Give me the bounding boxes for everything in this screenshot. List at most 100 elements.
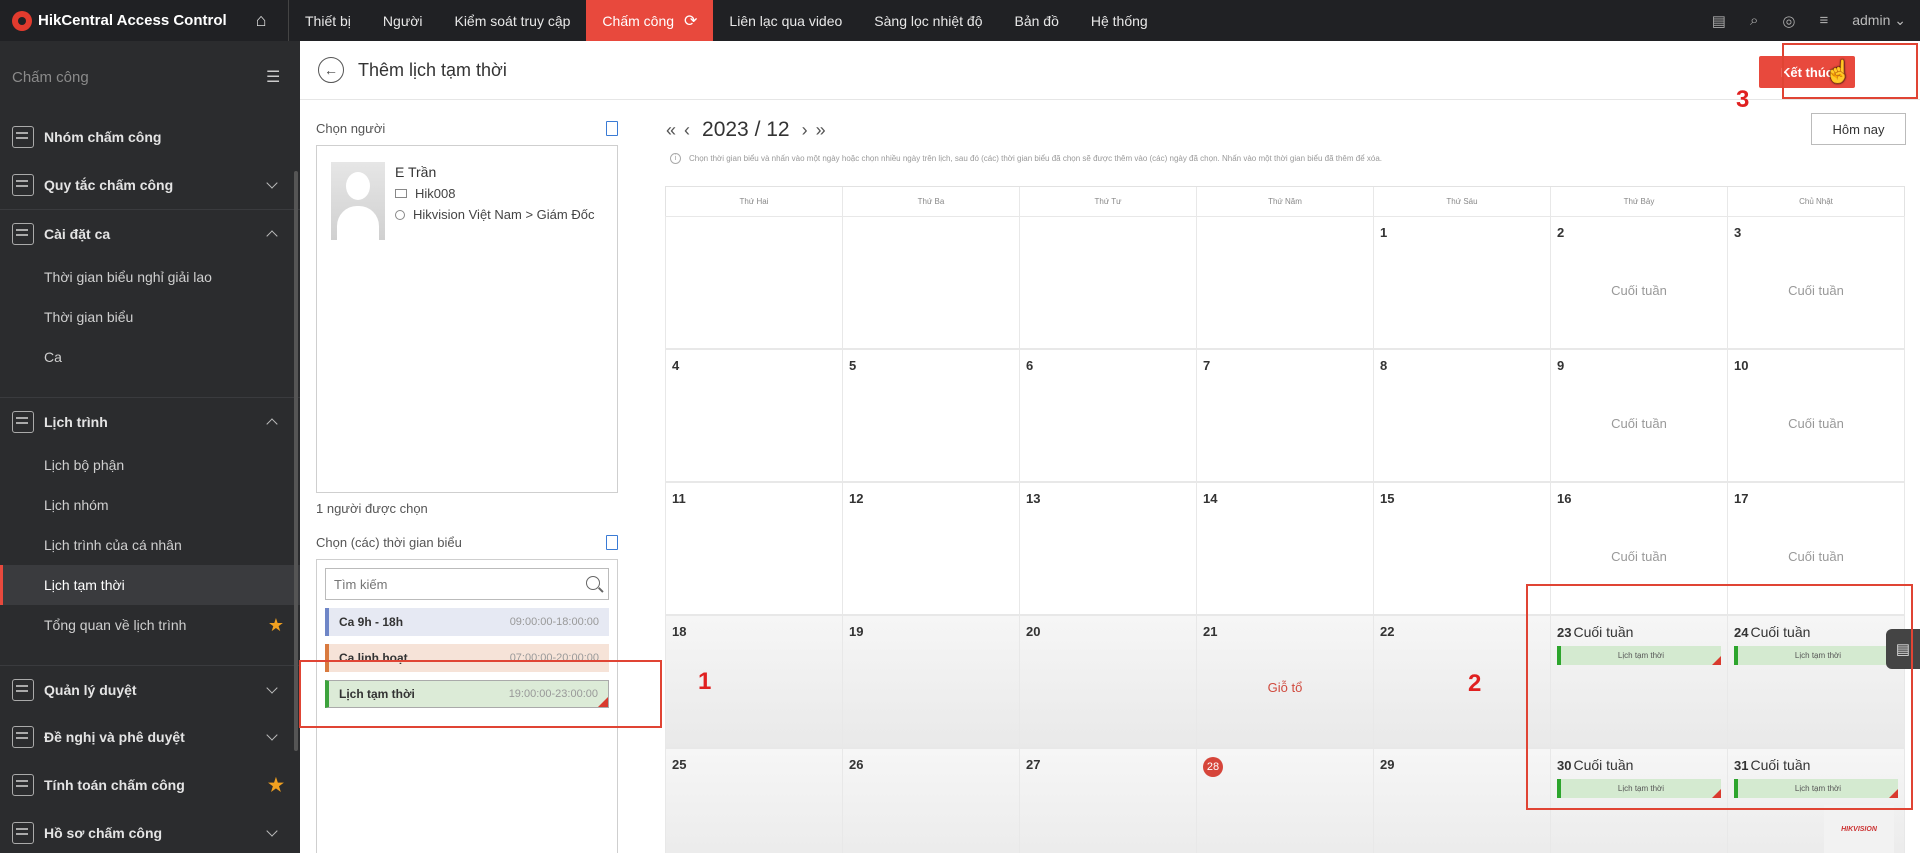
day-cell[interactable]: 8 (1373, 349, 1550, 482)
day-number: 6 (1026, 358, 1034, 373)
hikvision-logo-icon (12, 10, 32, 31)
home-icon[interactable]: ⌂ (240, 0, 282, 41)
nav-ban-do[interactable]: Bản đồ (999, 0, 1075, 41)
day-number: 2 (1557, 225, 1565, 240)
main-nav: Thiết bị Người Kiểm soát truy cập Chấm c… (288, 0, 1164, 41)
add-schedule-icon[interactable] (606, 534, 618, 550)
day-cell[interactable]: 21 Giỗ tổ (1196, 615, 1373, 748)
day-cell[interactable]: 14 (1196, 482, 1373, 615)
sidebar-item-quy-tac[interactable]: Quy tắc chấm công (0, 161, 300, 209)
sidebar-sub-lich-bo-phan[interactable]: Lịch bộ phận (0, 445, 300, 485)
day-cell[interactable]: 9 Cuối tuần (1550, 349, 1727, 482)
sidebar-sub-lich-tam-thoi[interactable]: Lịch tạm thời (0, 565, 300, 605)
sidebar-scrollbar[interactable] (294, 171, 298, 751)
person-org: Hikvision Việt Nam > Giám Đốc (413, 207, 595, 222)
day-number: 5 (849, 358, 857, 373)
holiday-label: Giỗ tổ (1267, 680, 1303, 695)
day-number: 1 (1380, 225, 1388, 240)
weekend-label: Cuối tuần (1788, 549, 1844, 564)
nav-kiem-soat-truy-cap[interactable]: Kiểm soát truy cập (438, 0, 586, 41)
sidebar-item-tinh-toan[interactable]: Tính toán chấm công ★ (0, 761, 300, 809)
year-month: 2023 / 12 (702, 118, 790, 141)
collapse-sidebar-icon[interactable]: ☰ (266, 67, 288, 87)
sidebar-sub-lich-ca-nhan[interactable]: Lịch trình của cá nhân (0, 525, 300, 565)
menu-icon[interactable]: ≡ (1819, 12, 1828, 29)
shift-item[interactable]: Ca 9h - 18h 09:00:00-18:00:00 (325, 608, 609, 636)
sidebar-sub-tong-quan[interactable]: Tổng quan về lịch trình ★ (0, 605, 300, 645)
day-cell[interactable]: 18 (665, 615, 842, 748)
calendar-week: 4 5 6 7 8 9 Cuối tuần 10 Cuối tuần (665, 349, 1905, 482)
nav-he-thong[interactable]: Hệ thống (1075, 0, 1164, 41)
sidebar-item-lich-trinh[interactable]: Lịch trình (0, 397, 300, 445)
day-number: 4 (672, 358, 680, 373)
search-icon[interactable]: ⌕ (1750, 12, 1758, 29)
day-cell[interactable]: 26 (842, 748, 1019, 853)
weekend-label: Cuối tuần (1788, 283, 1844, 298)
sidebar: Chấm công ☰ Nhóm chấm công Quy tắc chấm … (0, 41, 300, 853)
compass-icon[interactable]: ◎ (1782, 12, 1795, 30)
day-cell[interactable]: 5 (842, 349, 1019, 482)
weekend-label: Cuối tuần (1611, 283, 1667, 298)
nav-cham-cong[interactable]: Chấm công ⟳ (586, 0, 714, 41)
sidebar-item-de-nghi[interactable]: Đề nghị và phê duyệt (0, 713, 300, 761)
back-arrow-icon[interactable]: ← (318, 57, 344, 83)
today-button[interactable]: Hôm nay (1811, 113, 1906, 145)
person-id: Hik008 (415, 186, 456, 201)
star-icon: ★ (267, 614, 284, 635)
weekend-label: Cuối tuần (1788, 416, 1844, 431)
building-icon[interactable]: ▤ (1712, 12, 1726, 30)
weekday-label: Chủ Nhật (1799, 197, 1833, 206)
day-cell[interactable]: 19 (842, 615, 1019, 748)
day-number: 16 (1557, 491, 1572, 506)
weekend-label: Cuối tuần (1611, 549, 1667, 564)
sidebar-sub-ca[interactable]: Ca (0, 337, 300, 377)
day-cell[interactable]: 6 (1019, 349, 1196, 482)
day-number: 17 (1734, 491, 1749, 506)
nav-lien-lac-video[interactable]: Liên lạc qua video (713, 0, 858, 41)
nav-thiet-bi[interactable]: Thiết bị (289, 0, 367, 41)
sidebar-title: Chấm công (12, 68, 89, 86)
day-cell[interactable]: 4 (665, 349, 842, 482)
user-menu[interactable]: admin ⌄ (1852, 12, 1906, 29)
next-month-icon[interactable]: › (802, 120, 808, 141)
search-icon[interactable] (586, 576, 600, 590)
day-cell[interactable]: 13 (1019, 482, 1196, 615)
sidebar-item-cai-dat-ca[interactable]: Cài đặt ca (0, 209, 300, 257)
sidebar-item-ho-so[interactable]: Hồ sơ chấm công (0, 809, 300, 853)
search-input[interactable] (334, 576, 574, 592)
highlight-box-weekend-days (1526, 584, 1913, 810)
sidebar-sub-thoi-gian-bieu-nghi[interactable]: Thời gian biểu nghỉ giải lao (0, 257, 300, 297)
day-cell[interactable]: 29 (1373, 748, 1550, 853)
day-number: 3 (1734, 225, 1742, 240)
app-title: HikCentral Access Control (38, 12, 227, 29)
day-cell[interactable]: 22 (1373, 615, 1550, 748)
approval-flow-icon (12, 678, 34, 701)
sidebar-item-quan-ly-duyet[interactable]: Quản lý duyệt (0, 665, 300, 713)
day-cell[interactable]: 15 (1373, 482, 1550, 615)
nav-nguoi[interactable]: Người (367, 0, 439, 41)
day-cell[interactable]: 11 (665, 482, 842, 615)
refresh-icon[interactable]: ⟳ (684, 11, 697, 31)
prev-month-icon[interactable]: ‹ (684, 120, 690, 141)
prev-year-icon[interactable]: « (666, 120, 676, 141)
nav-sang-loc-nhiet-do[interactable]: Sàng lọc nhiệt độ (858, 0, 998, 41)
day-cell[interactable]: 20 (1019, 615, 1196, 748)
sidebar-item-nhom-cham-cong[interactable]: Nhóm chấm công (0, 113, 300, 161)
day-cell[interactable]: 27 (1019, 748, 1196, 853)
add-person-icon[interactable] (606, 120, 618, 136)
group-icon (12, 126, 34, 148)
shift-time: 09:00:00-18:00:00 (509, 616, 599, 628)
day-cell[interactable]: 10 Cuối tuần (1727, 349, 1905, 482)
sidebar-item-label: Tính toán chấm công (44, 777, 185, 793)
day-cell[interactable]: 2 Cuối tuần (1550, 216, 1727, 349)
sidebar-sub-lich-nhom[interactable]: Lịch nhóm (0, 485, 300, 525)
day-cell[interactable]: 7 (1196, 349, 1373, 482)
next-year-icon[interactable]: » (816, 120, 826, 141)
day-cell[interactable]: 12 (842, 482, 1019, 615)
day-cell-today[interactable]: 28 (1196, 748, 1373, 853)
sidebar-sub-thoi-gian-bieu[interactable]: Thời gian biểu (0, 297, 300, 337)
day-cell[interactable]: 25 (665, 748, 842, 853)
day-cell[interactable]: 3 Cuối tuần (1727, 216, 1905, 349)
day-cell[interactable]: 1 (1373, 216, 1550, 349)
weekday-label: Thứ Bảy (1551, 187, 1728, 216)
